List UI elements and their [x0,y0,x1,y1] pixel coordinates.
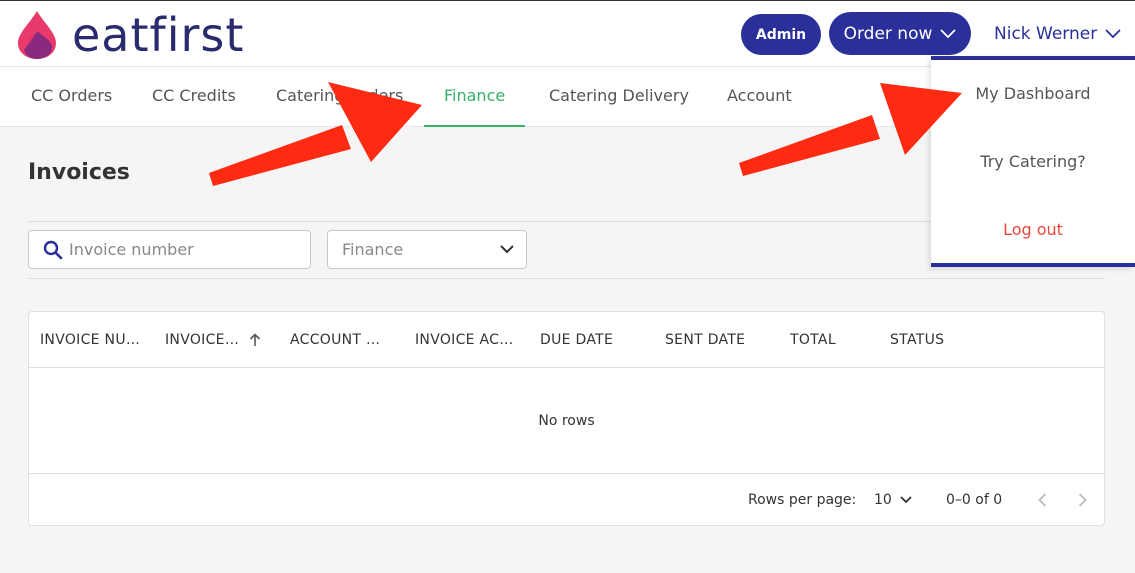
chevron-down-icon [900,496,912,504]
chevron-down-icon [940,28,957,38]
filter-select-value: Finance [342,240,404,259]
search-icon [43,240,63,259]
user-menu-toggle[interactable]: Nick Werner [994,21,1121,47]
table-header: INVOICE NUMBER INVOICE DATE ACCOUNT LABE… [29,312,1104,368]
empty-state: No rows [538,412,595,429]
order-now-button[interactable]: Order now [829,12,971,55]
admin-button[interactable]: Admin [741,14,821,55]
arrow-up-icon[interactable] [249,333,261,347]
column-header[interactable]: SENT DATE [665,312,775,368]
order-now-label: Order now [843,23,933,44]
tab-account[interactable]: Account [707,67,812,127]
tab-cc-orders[interactable]: CC Orders [11,67,132,127]
chevron-down-icon [1105,29,1121,39]
chevron-right-icon [1078,493,1087,507]
column-header[interactable]: STATUS [890,312,980,368]
column-header[interactable]: TOTAL [790,312,870,368]
divider [28,278,1105,279]
brand-name: eatfirst [72,8,245,62]
previous-page-button[interactable] [1030,488,1054,512]
tab-finance[interactable]: Finance [424,67,526,127]
chevron-left-icon [1037,493,1046,507]
invoices-table: INVOICE NUMBER INVOICE DATE ACCOUNT LABE… [28,311,1105,526]
brand-logo[interactable]: eatfirst [14,9,244,61]
dropdown-accent [931,56,1135,60]
filter-select[interactable]: Finance [327,230,527,269]
menu-item-my-dashboard[interactable]: My Dashboard [931,84,1135,103]
chevron-down-icon [500,245,514,254]
column-header[interactable]: INVOICE ACCOUNT [415,312,521,368]
page-title: Invoices [28,160,130,185]
rows-per-page-value: 10 [874,492,892,508]
tab-catering-delivery[interactable]: Catering Delivery [529,67,709,127]
rows-per-page-select[interactable]: 10 [874,474,912,526]
user-name: Nick Werner [994,24,1098,44]
next-page-button[interactable] [1070,488,1094,512]
tab-cc-credits[interactable]: CC Credits [132,67,256,127]
user-dropdown-menu: My Dashboard Try Catering? Log out [931,56,1135,267]
tab-catering-orders[interactable]: Catering Orders [256,67,423,127]
search-field[interactable] [28,230,311,269]
logo-drop-icon [18,11,56,59]
table-footer: Rows per page: 10 0–0 of 0 [29,473,1104,525]
column-header[interactable]: ACCOUNT LABEL [290,312,386,368]
column-header[interactable]: INVOICE NUMBER [40,312,140,368]
menu-item-try-catering[interactable]: Try Catering? [931,152,1135,171]
menu-item-log-out[interactable]: Log out [931,220,1135,239]
column-header[interactable]: INVOICE DATE [165,312,241,368]
rows-per-page-label: Rows per page: [748,492,857,508]
search-input[interactable] [69,240,299,259]
column-header[interactable]: DUE DATE [540,312,650,368]
pagination-range: 0–0 of 0 [946,492,1003,508]
